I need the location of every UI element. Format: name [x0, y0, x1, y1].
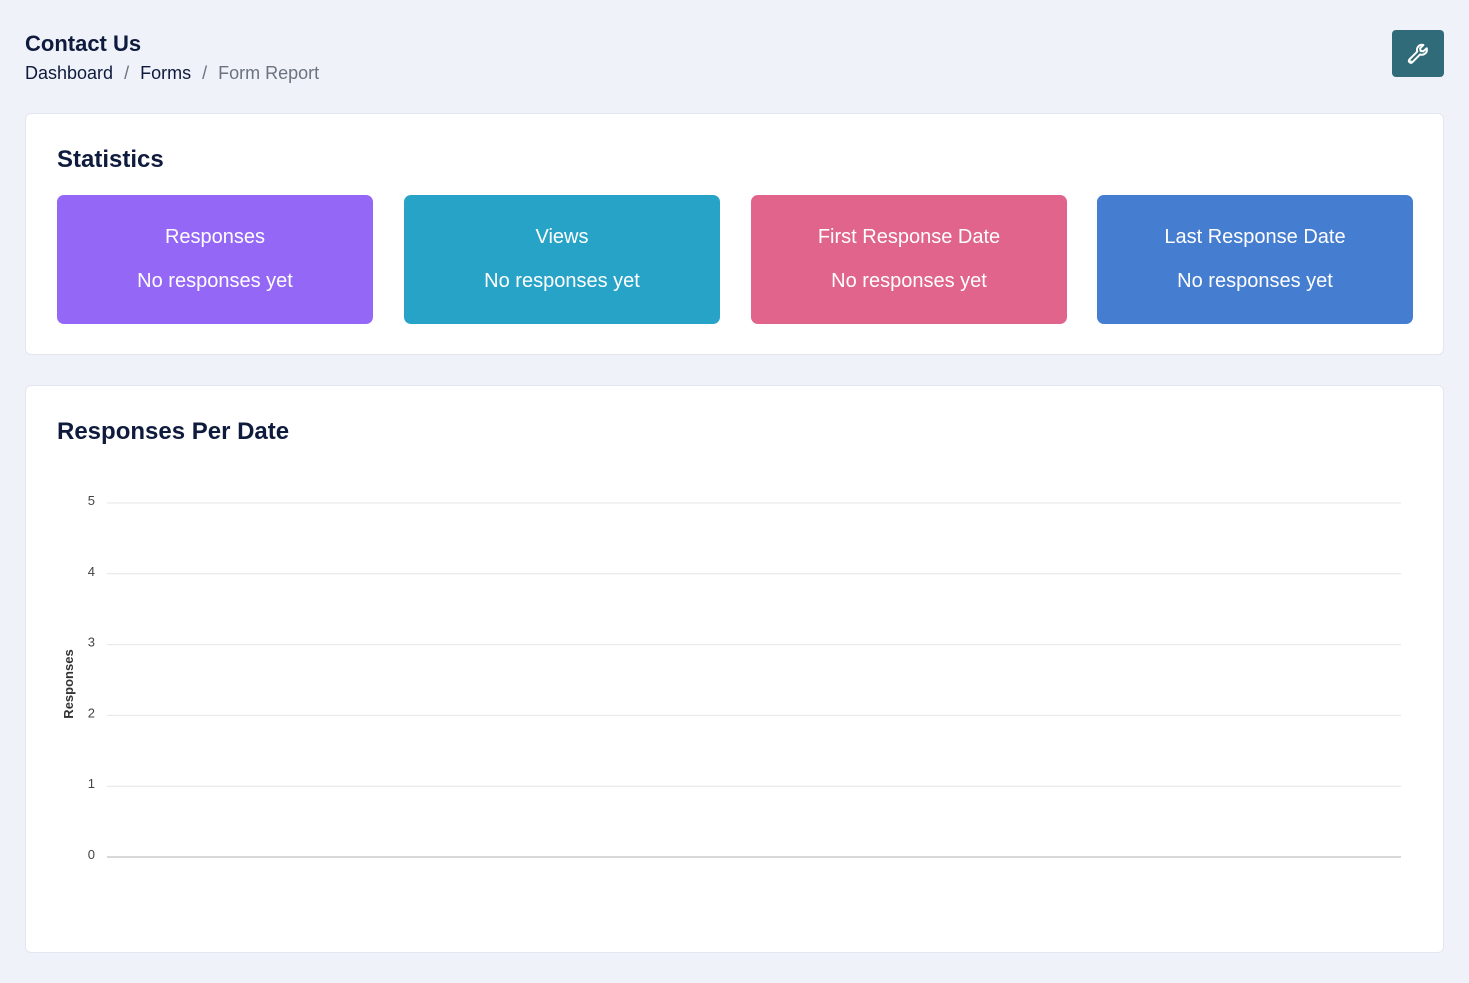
y-tick-label: 3	[88, 635, 95, 650]
y-tick-label: 0	[88, 847, 95, 862]
stat-tile-label: First Response Date	[817, 226, 1001, 248]
y-tick-label: 1	[88, 776, 95, 791]
y-tick-label: 5	[88, 493, 95, 508]
stat-tile-views: Views No responses yet	[404, 195, 720, 324]
y-tick-label: 4	[88, 564, 95, 579]
responses-per-date-card: Responses Per Date 0 1 2 3 4 5 Responses	[25, 385, 1444, 953]
y-axis-label: Responses	[61, 649, 76, 718]
breadcrumb-forms[interactable]: Forms	[140, 63, 191, 84]
breadcrumb-separator: /	[124, 63, 130, 83]
stat-tile-first-response-date: First Response Date No responses yet	[751, 195, 1067, 324]
breadcrumb-form-report: Form Report	[218, 63, 320, 83]
y-tick-label: 2	[88, 705, 95, 720]
statistics-title: Statistics	[57, 146, 164, 173]
stat-tile-value: No responses yet	[831, 270, 987, 292]
stat-tile-value: No responses yet	[484, 270, 640, 292]
stat-tile-label: Views	[535, 226, 589, 248]
responses-chart: 0 1 2 3 4 5 Responses	[61, 493, 1401, 862]
stat-tile-responses: Responses No responses yet	[57, 195, 373, 324]
breadcrumb-dashboard[interactable]: Dashboard	[25, 63, 113, 84]
stat-tile-label: Last Response Date	[1164, 226, 1346, 248]
stat-tile-value: No responses yet	[137, 270, 293, 292]
statistics-card: Statistics Responses No responses yet Vi…	[25, 113, 1444, 355]
settings-button[interactable]	[1392, 30, 1444, 77]
breadcrumb-separator: /	[202, 63, 208, 83]
stat-tile-last-response-date: Last Response Date No responses yet	[1097, 195, 1413, 324]
breadcrumb: Dashboard / Forms / Form Report	[25, 63, 319, 84]
stat-tile-value: No responses yet	[1177, 270, 1333, 292]
wrench-icon	[1407, 43, 1428, 64]
stat-tile-label: Responses	[164, 226, 266, 248]
page-title: Contact Us	[25, 31, 142, 56]
